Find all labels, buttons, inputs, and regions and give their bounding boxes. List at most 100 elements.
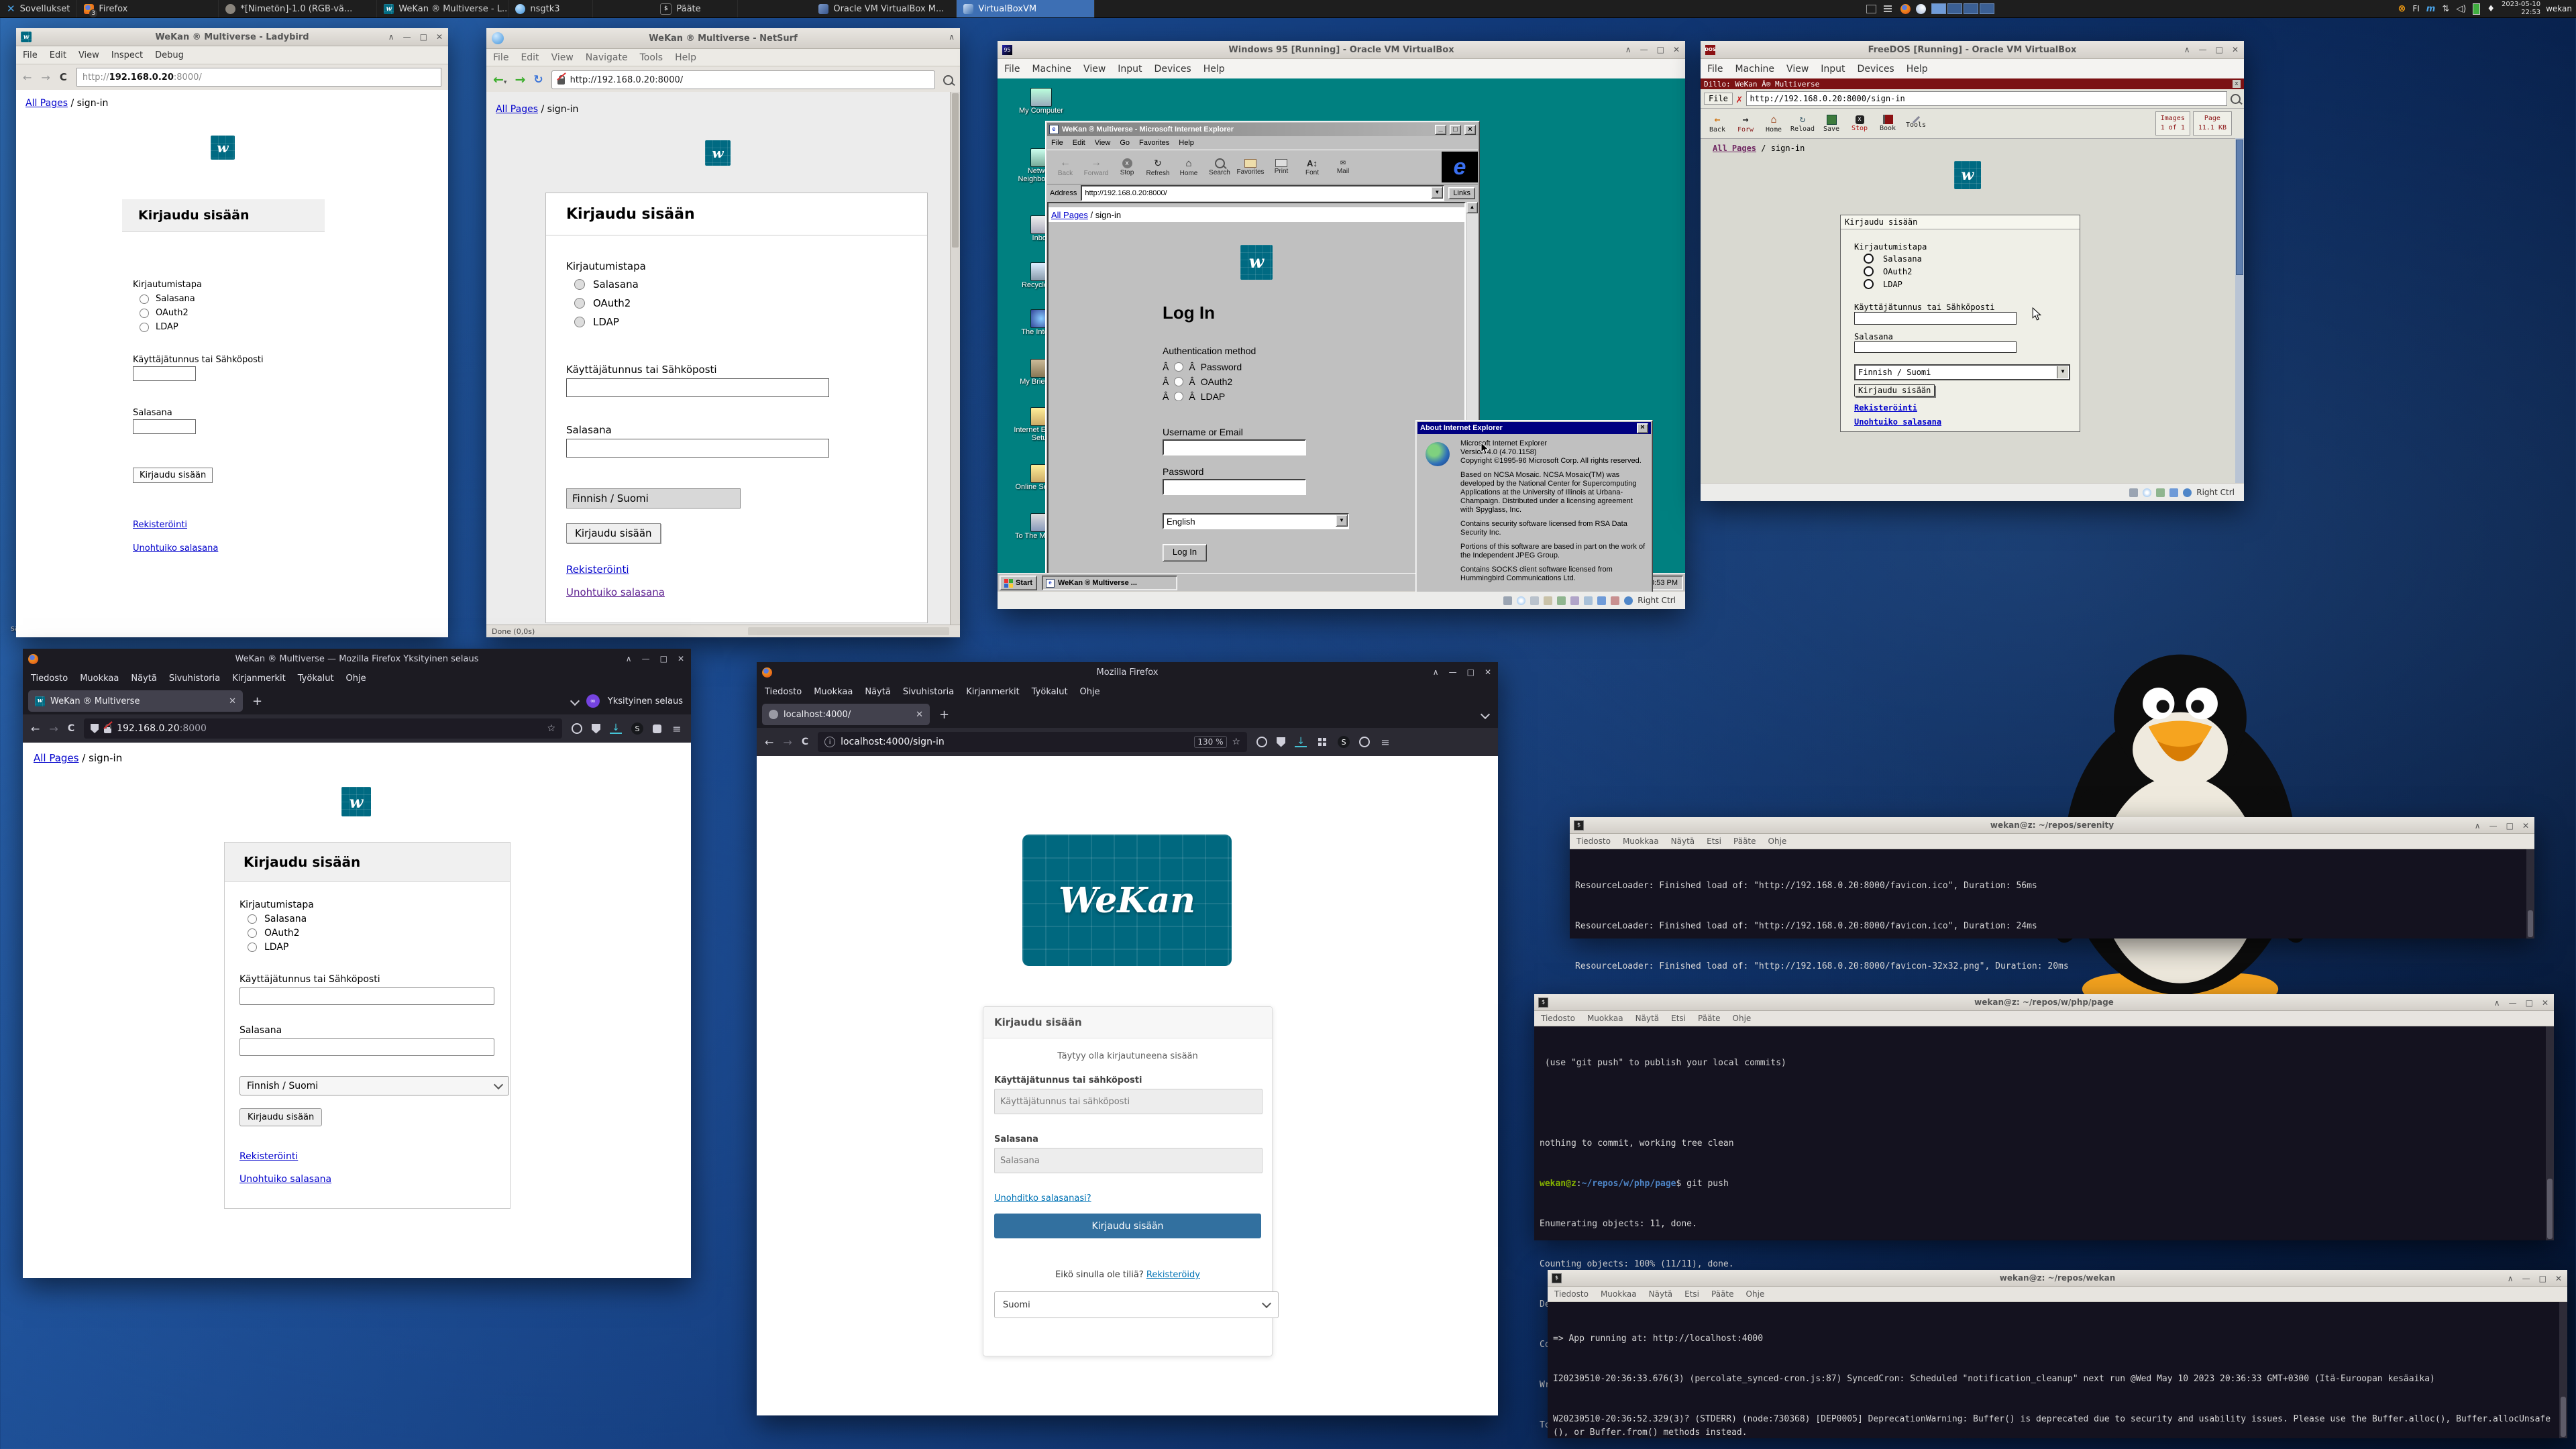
menu-ohje[interactable]: Ohje — [346, 674, 366, 684]
url-bar[interactable]: http://192.168.0.20:8000/ — [551, 70, 935, 89]
menu-muokkaa[interactable]: Muokkaa — [1587, 1014, 1623, 1023]
back-icon[interactable]: ← — [23, 71, 32, 84]
menu-nayta[interactable]: Näytä — [865, 687, 890, 697]
forward-icon[interactable]: → — [41, 71, 50, 84]
ladybird-titlebar[interactable]: w WeKan ® Multiverse - Ladybird ∧—□✕ — [16, 28, 448, 46]
menu-machine[interactable]: Machine — [1032, 64, 1071, 74]
terminal-output[interactable]: => App running at: http://localhost:4000… — [1548, 1302, 2567, 1438]
username-input[interactable] — [239, 987, 494, 1005]
rollup-button[interactable]: ∧ — [2508, 1274, 2514, 1283]
save-button[interactable]: Save — [1817, 109, 1845, 138]
print-button[interactable]: Print — [1266, 152, 1297, 182]
radio-password[interactable] — [1174, 362, 1183, 372]
menu-kirjanmerkit[interactable]: Kirjanmerkit — [966, 687, 1020, 697]
terminal-scrollbar[interactable] — [2546, 1026, 2554, 1240]
close-button[interactable]: ✕ — [2522, 821, 2529, 830]
username-input[interactable] — [1163, 439, 1306, 455]
register-link[interactable]: Rekisteröinti — [566, 564, 629, 576]
menu-icon[interactable]: ≡ — [671, 722, 683, 735]
stop-button[interactable]: xStop — [1845, 109, 1874, 138]
minimize-button[interactable]: — — [1640, 45, 1648, 54]
menu-devices[interactable]: Devices — [1858, 64, 1894, 74]
close-button[interactable]: × — [1637, 423, 1648, 433]
password-input[interactable] — [1854, 341, 2017, 353]
links-button[interactable]: Links — [1448, 187, 1475, 199]
menu-help[interactable]: Help — [675, 52, 696, 63]
menu-paate[interactable]: Pääte — [1733, 837, 1756, 846]
forward-button[interactable]: →Forw — [1731, 109, 1760, 138]
dillo-titlebar[interactable]: Dillo: WeKan Â® Multiverse x — [1701, 78, 2244, 89]
register-link[interactable]: Rekisteröinti — [133, 520, 187, 530]
close-button[interactable]: ✕ — [678, 654, 684, 663]
radio-oauth2[interactable] — [140, 309, 149, 318]
terminal-scrollbar[interactable] — [2559, 1302, 2567, 1438]
applications-menu[interactable]: ✕ Sovellukset — [0, 0, 77, 17]
minimize-button[interactable]: — — [2489, 821, 2498, 830]
notification-bell-icon[interactable]: ♦ — [2487, 4, 2495, 14]
tab-close-icon[interactable]: ✕ — [916, 710, 923, 720]
dialog-titlebar[interactable]: About Internet Explorer × — [1417, 422, 1651, 434]
menu-paate[interactable]: Pääte — [1698, 1014, 1721, 1023]
window-list-icon[interactable] — [1882, 3, 1894, 15]
menu-tyokalut[interactable]: Työkalut — [1032, 687, 1068, 697]
taskbar-button-virtualboxvm[interactable]: VirtualBoxVM — [957, 0, 1095, 17]
radio-ldap[interactable] — [574, 317, 585, 327]
clear-url-icon[interactable]: ✗ — [1736, 93, 1743, 105]
minimize-button[interactable]: — — [642, 654, 650, 663]
language-select[interactable]: Finnish / Suomi ▼ — [1854, 364, 2070, 380]
menu-ohje[interactable]: Ohje — [1080, 687, 1100, 697]
password-input[interactable] — [566, 439, 829, 458]
submit-button[interactable]: Kirjaudu sisään — [566, 523, 661, 543]
info-icon[interactable]: i — [824, 737, 835, 747]
url-bar[interactable]: i localhost:4000/sign-in 130 % ☆ — [818, 732, 1247, 752]
forward-icon[interactable]: → — [783, 736, 792, 749]
register-link[interactable]: Rekisteröinti — [1854, 403, 1917, 413]
terminal-output[interactable]: ResourceLoader: Finished load of: "http:… — [1570, 849, 2534, 938]
terminal-titlebar[interactable]: $ wekan@z: ~/repos/wekan ∧—□✕ — [1548, 1270, 2567, 1287]
extension-icon[interactable] — [653, 724, 661, 733]
zoom-indicator[interactable]: 130 % — [1194, 736, 1226, 748]
breadcrumb-all-pages[interactable]: All Pages — [34, 752, 79, 764]
home-button[interactable]: ⌂Home — [1173, 152, 1204, 182]
taskbar-button-terminal[interactable]: $ Pääte — [653, 0, 738, 17]
taskbar-button-firefox[interactable]: Firefox 3 — [77, 0, 219, 17]
menu-etsi[interactable]: Etsi — [1671, 1014, 1686, 1023]
close-button[interactable]: ✕ — [1485, 667, 1491, 677]
submit-button[interactable]: Kirjaudu sisään — [1854, 384, 1935, 396]
radio-password[interactable] — [1864, 254, 1874, 264]
terminal-scrollbar[interactable] — [2526, 849, 2534, 938]
favorites-button[interactable]: Favorites — [1235, 152, 1266, 182]
menu-tools[interactable]: Tools — [640, 52, 663, 63]
mail-button[interactable]: ✉Mail — [1328, 152, 1358, 182]
username-input[interactable] — [994, 1089, 1263, 1114]
forward-icon[interactable]: → — [515, 72, 525, 87]
menu-devices[interactable]: Devices — [1155, 64, 1191, 74]
maximize-button[interactable]: □ — [2216, 45, 2223, 54]
menu-ohje[interactable]: Ohje — [1746, 1289, 1765, 1299]
menu-sivuhistoria[interactable]: Sivuhistoria — [169, 674, 220, 684]
updown-arrows-icon[interactable]: ⇅ — [2442, 4, 2449, 14]
radio-password[interactable] — [248, 914, 257, 924]
font-button[interactable]: A↕Font — [1297, 152, 1328, 182]
moon-icon[interactable] — [1916, 4, 1926, 14]
minimize-button[interactable]: — — [2199, 45, 2207, 54]
back-icon[interactable]: ← — [31, 722, 40, 735]
workspace-switcher[interactable] — [1931, 3, 1994, 14]
password-input[interactable] — [1163, 479, 1306, 495]
menu-paate[interactable]: Pääte — [1711, 1289, 1734, 1299]
close-button[interactable]: ✕ — [2232, 45, 2239, 54]
back-button[interactable]: ←Back — [1703, 109, 1731, 138]
menu-muokkaa[interactable]: Muokkaa — [1601, 1289, 1637, 1299]
search-icon[interactable] — [2231, 94, 2241, 104]
maximize-button[interactable]: □ — [660, 654, 667, 663]
menu-navigate[interactable]: Navigate — [586, 52, 628, 63]
back-icon[interactable]: ←▾ — [493, 72, 506, 87]
volume-icon[interactable]: ◁) — [2456, 4, 2466, 14]
menu-kirjanmerkit[interactable]: Kirjanmerkit — [232, 674, 286, 684]
address-dropdown-button[interactable]: ▼ — [1431, 186, 1443, 199]
menu-edit[interactable]: Edit — [1073, 139, 1085, 147]
select-dropdown-button[interactable]: ▼ — [1336, 515, 1348, 527]
password-input[interactable] — [133, 419, 196, 434]
username-input[interactable] — [133, 366, 196, 381]
terminal-output[interactable]: (use "git push" to publish your local co… — [1534, 1026, 2554, 1240]
